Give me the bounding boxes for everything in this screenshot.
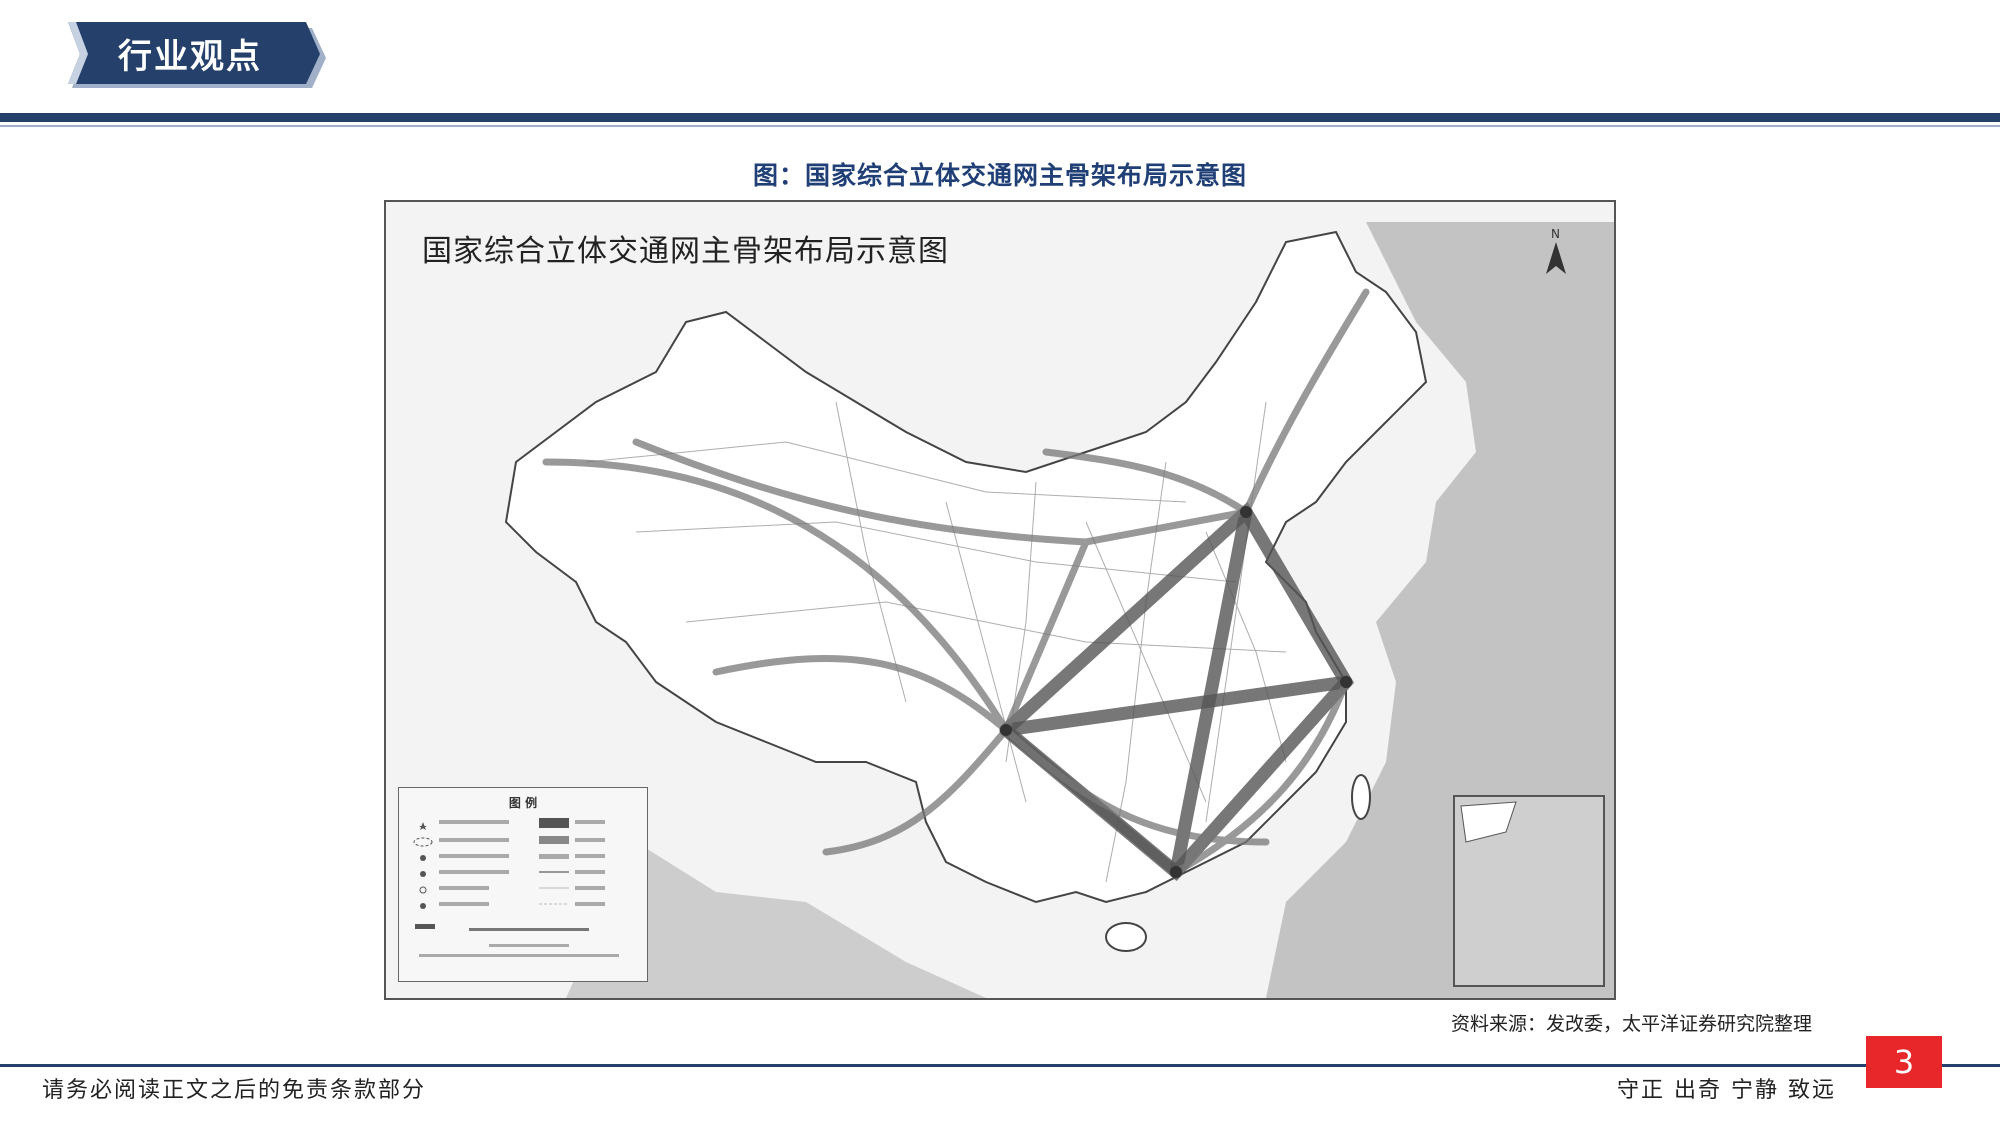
page-number: 3 [1866,1036,1942,1088]
motto-text: 守正 出奇 宁静 致远 [1617,1078,1836,1103]
map-title: 国家综合立体交通网主骨架布局示意图 [422,234,949,269]
transport-network-map: N 国家综合立体交通网主骨架布局示意图 图 例 [384,200,1616,1000]
map-legend: 图 例 [398,787,648,982]
figure-caption: 图：国家综合立体交通网主骨架布局示意图 [752,161,1247,190]
header-divider-thin [0,125,2000,127]
header-divider [0,113,2000,122]
footer-divider [0,1064,2000,1067]
section-title: 行业观点 [118,37,262,77]
legend-title: 图 例 [508,796,538,810]
source-note: 资料来源：发改委，太平洋证券研究院整理 [1450,1013,1812,1035]
svg-text:N: N [1551,227,1560,241]
disclaimer-text: 请务必阅读正文之后的免责条款部分 [42,1078,427,1103]
legend-symbols [413,818,619,957]
